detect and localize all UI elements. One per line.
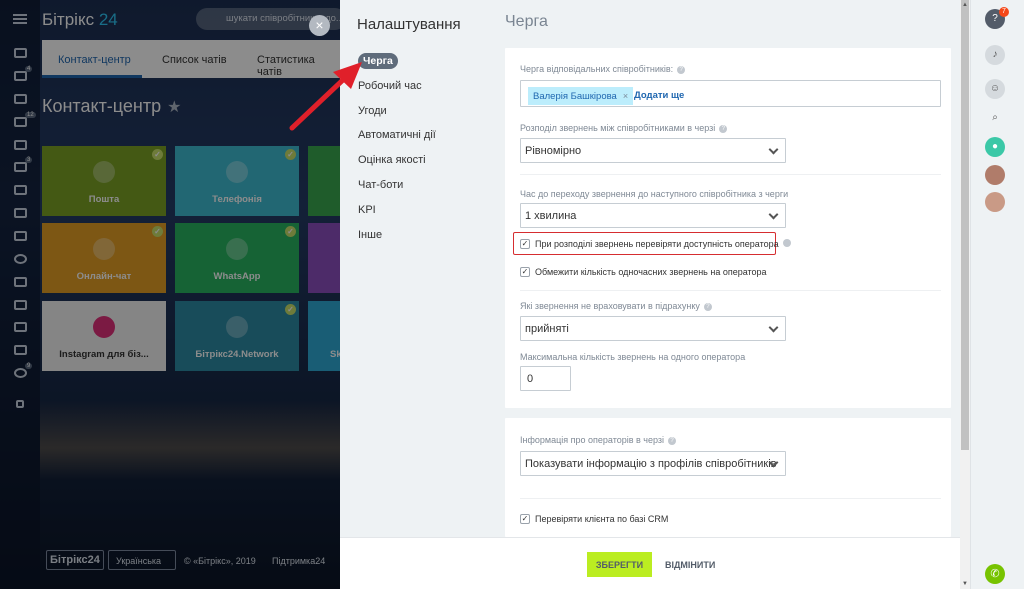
max-requests-input[interactable]: 0 xyxy=(520,366,571,391)
content-title: Черга xyxy=(505,13,548,30)
operator-info-card: Інформація про операторів в черзі? Показ… xyxy=(505,418,951,537)
chevron-down-icon xyxy=(768,209,779,220)
menu-item-kpi[interactable]: KPI xyxy=(350,199,490,224)
scrollbar-thumb[interactable] xyxy=(961,0,969,450)
close-icon: × xyxy=(315,17,324,33)
crm-check-checkbox[interactable]: ✓ xyxy=(520,514,530,524)
messenger-icon[interactable]: ☺ xyxy=(985,79,1005,99)
right-sidebar: ? 7 ♪ ☺ ⌕ ● ✆ xyxy=(970,0,1024,589)
help-icon[interactable]: ? xyxy=(668,436,677,445)
divider xyxy=(520,498,941,499)
max-requests-label: Максимальна кількість звернень на одного… xyxy=(520,352,746,362)
menu-item-work-time[interactable]: Робочий час xyxy=(350,75,490,100)
close-button[interactable]: × xyxy=(309,15,330,36)
scrollbar[interactable]: ▲ ▼ xyxy=(960,0,970,589)
scroll-down-icon[interactable]: ▼ xyxy=(962,581,968,587)
search-icon[interactable]: ⌕ xyxy=(985,108,1005,128)
divider xyxy=(520,290,941,291)
help-icon[interactable] xyxy=(782,239,791,247)
settings-menu: Черга Робочий час Угоди Автоматичні дії … xyxy=(350,50,490,248)
limit-requests-checkbox[interactable]: ✓ xyxy=(520,267,530,277)
menu-item-deals[interactable]: Угоди xyxy=(350,100,490,125)
distribution-select[interactable]: Рівномірно xyxy=(520,138,786,163)
help-icon[interactable]: ? xyxy=(719,124,728,133)
time-select[interactable]: 1 хвилина xyxy=(520,203,786,228)
avatar[interactable]: ● xyxy=(985,137,1005,157)
crm-check-label: Перевіряти клієнта по базі CRM xyxy=(535,514,669,524)
time-label: Час до переходу звернення до наступного … xyxy=(520,189,789,199)
check-availability-label: При розподілі звернень перевіряти доступ… xyxy=(535,239,791,249)
phone-icon[interactable]: ✆ xyxy=(985,564,1005,584)
cancel-button[interactable]: ВІДМІНИТИ xyxy=(665,560,715,570)
save-button[interactable]: ЗБЕРЕГТИ xyxy=(587,552,652,577)
avatar[interactable] xyxy=(985,192,1005,212)
distribution-label: Розподіл звернень між співробітниками в … xyxy=(520,123,728,133)
menu-item-quality[interactable]: Оцінка якості xyxy=(350,149,490,174)
divider xyxy=(520,174,941,175)
scroll-up-icon[interactable]: ▲ xyxy=(962,2,968,8)
chevron-down-icon xyxy=(768,322,779,333)
chevron-down-icon xyxy=(768,144,779,155)
not-count-label: Які звернення не враховувати в підрахунк… xyxy=(520,301,712,311)
bell-icon[interactable]: ♪ xyxy=(985,45,1005,65)
queue-settings-card: Черга відповідальних співробітників:? Ва… xyxy=(505,48,951,408)
menu-item-queue[interactable]: Черга xyxy=(350,50,490,75)
operator-info-select[interactable]: Показувати інформацію з профілів співроб… xyxy=(520,451,786,476)
menu-item-auto-actions[interactable]: Автоматичні дії xyxy=(350,124,490,149)
operator-info-label: Інформація про операторів в черзі? xyxy=(520,435,677,445)
check-availability-checkbox[interactable]: ✓ xyxy=(520,239,530,249)
help-icon[interactable]: ? xyxy=(677,65,686,74)
add-more-link[interactable]: Додати ще xyxy=(634,90,684,101)
not-count-select[interactable]: прийняті xyxy=(520,316,786,341)
limit-requests-label: Обмежити кількість одночасних звернень н… xyxy=(535,267,767,277)
settings-panel: Налаштування Черга Робочий час Угоди Авт… xyxy=(340,0,960,589)
menu-item-chatbots[interactable]: Чат-боти xyxy=(350,174,490,199)
queue-label: Черга відповідальних співробітників:? xyxy=(520,64,686,74)
overlay-dim xyxy=(0,0,340,589)
remove-user-icon[interactable]: × xyxy=(623,91,628,101)
menu-item-other[interactable]: Інше xyxy=(350,224,490,249)
panel-title: Налаштування xyxy=(357,16,461,33)
user-chip[interactable]: Валерія Башкірова × xyxy=(528,87,634,105)
background-page: 4 12 3 9 Бітрікс 24 шукати співробітника… xyxy=(0,0,340,589)
help-icon[interactable]: ? xyxy=(703,302,712,311)
queue-users-field[interactable]: Валерія Башкірова × Додати ще xyxy=(520,80,941,107)
panel-footer: ЗБЕРЕГТИ ВІДМІНИТИ xyxy=(340,537,960,589)
avatar[interactable] xyxy=(985,165,1005,185)
help-badge: 7 xyxy=(999,7,1009,17)
